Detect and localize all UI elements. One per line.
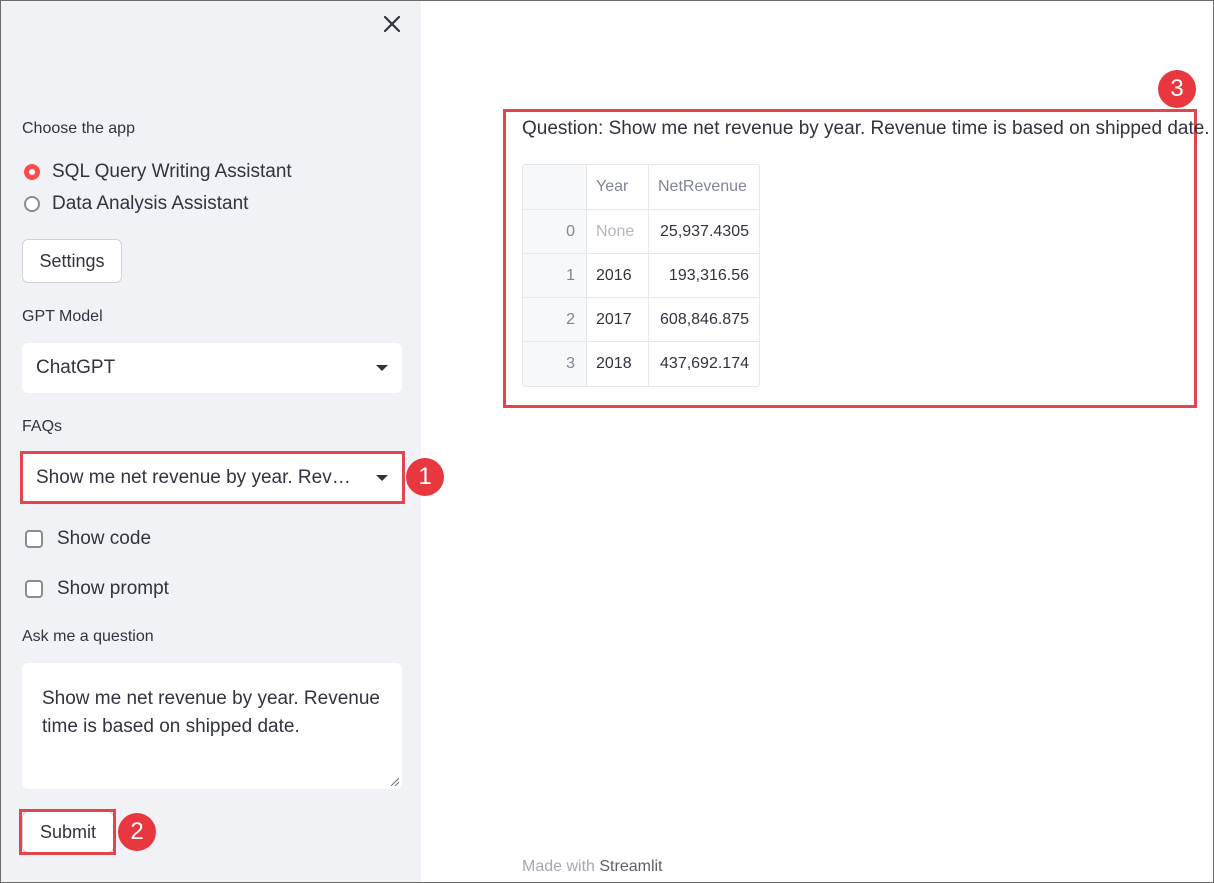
radio-selected-indicator[interactable] (24, 164, 40, 180)
gpt-model-label: GPT Model (22, 308, 103, 325)
header-year[interactable]: Year (587, 165, 649, 209)
table-row: 0 None 25,937.4305 (523, 209, 759, 254)
callout-badge-2: 2 (118, 813, 156, 851)
result-table[interactable]: Year NetRevenue 0 None 25,937.4305 1 201… (522, 164, 760, 387)
header-netrevenue[interactable]: NetRevenue (649, 165, 759, 209)
show-code-checkbox[interactable]: Show code (25, 528, 151, 550)
cell-netrevenue: 193,316.56 (668, 267, 749, 284)
row-index: 1 (523, 254, 587, 298)
settings-button[interactable]: Settings (22, 239, 122, 283)
table-row: 2 2017 608,846.875 (523, 297, 759, 342)
cell-netrevenue: 608,846.875 (660, 311, 749, 328)
checkbox-box[interactable] (25, 530, 43, 548)
table-header-row: Year NetRevenue (523, 165, 759, 209)
streamlit-link[interactable]: Streamlit (599, 858, 662, 875)
footer: Made with Streamlit (522, 858, 663, 876)
close-icon (383, 15, 401, 33)
callout-badge-3: 3 (1158, 70, 1196, 108)
cell-netrevenue: 437,692.174 (660, 355, 749, 372)
radio-label: Data Analysis Assistant (52, 193, 249, 214)
close-sidebar-button[interactable] (379, 11, 405, 37)
show-prompt-checkbox[interactable]: Show prompt (25, 578, 169, 600)
faqs-label: FAQs (22, 418, 63, 435)
row-index: 0 (523, 210, 587, 254)
checkbox-label: Show prompt (57, 578, 169, 599)
cell-year: 2018 (587, 342, 649, 386)
gpt-model-value: ChatGPT (36, 357, 116, 378)
cell-year: 2016 (587, 254, 649, 298)
app-window: Choose the app SQL Query Writing Assista… (0, 0, 1214, 883)
table-row: 3 2018 437,692.174 (523, 341, 759, 386)
radio-data-analysis-assistant[interactable]: Data Analysis Assistant (24, 193, 248, 215)
row-index: 2 (523, 298, 587, 342)
faqs-highlight-box (20, 451, 405, 504)
question-textarea-value: Show me net revenue by year. Revenue tim… (42, 688, 380, 737)
caret-down-icon (376, 365, 388, 371)
question-text: Question: Show me net revenue by year. R… (522, 118, 1210, 139)
radio-label: SQL Query Writing Assistant (52, 161, 292, 182)
checkbox-label: Show code (57, 528, 152, 549)
radio-unselected-indicator[interactable] (24, 196, 40, 212)
sidebar: Choose the app SQL Query Writing Assista… (1, 1, 421, 882)
cell-year: None (587, 210, 649, 254)
resize-grip-icon[interactable] (389, 776, 399, 786)
question-label: Ask me a question (22, 628, 154, 645)
radio-sql-assistant[interactable]: SQL Query Writing Assistant (24, 161, 292, 183)
header-index (523, 165, 587, 209)
gpt-model-select[interactable]: ChatGPT (22, 343, 402, 393)
table-row: 1 2016 193,316.56 (523, 253, 759, 298)
row-index: 3 (523, 342, 587, 386)
callout-badge-1: 1 (406, 458, 444, 496)
checkbox-box[interactable] (25, 580, 43, 598)
cell-netrevenue: 25,937.4305 (660, 223, 749, 240)
question-textarea[interactable]: Show me net revenue by year. Revenue tim… (22, 663, 402, 789)
footer-prefix: Made with (522, 858, 595, 875)
app-choice-label: Choose the app (22, 120, 135, 137)
cell-year: 2017 (587, 298, 649, 342)
submit-highlight-box (19, 809, 116, 855)
